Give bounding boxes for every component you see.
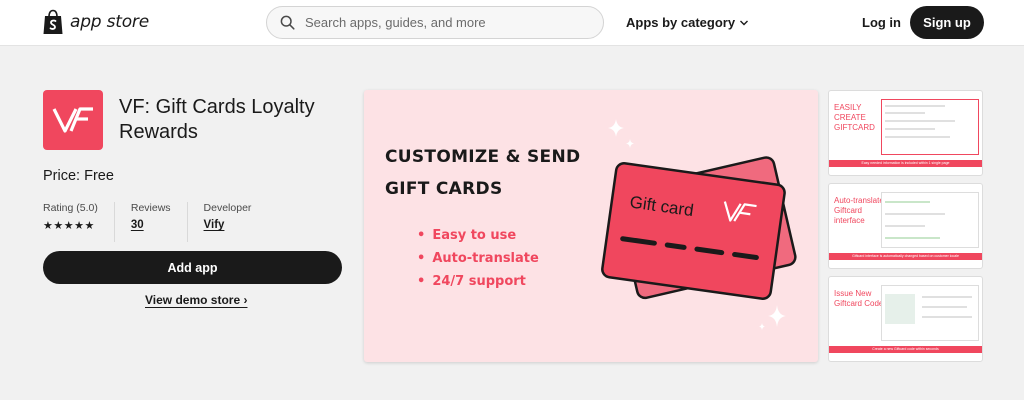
shopify-bag-icon — [43, 9, 63, 34]
screenshot-thumbnail-3[interactable]: Issue New Giftcard Code Create a new Gif… — [828, 276, 983, 362]
feature-item: 24/7 support — [417, 270, 539, 293]
rating-block: Rating (5.0) ★★★★★ — [43, 202, 114, 242]
feature-item: Easy to use — [417, 224, 539, 247]
apps-by-category-dropdown[interactable]: Apps by category — [626, 15, 749, 30]
thumbnail-screenshot — [881, 285, 979, 341]
search-input[interactable] — [305, 15, 585, 30]
app-store-logo[interactable]: app store — [42, 9, 149, 35]
app-title: VF: Gift Cards Loyalty Rewards — [119, 96, 315, 143]
search-bar[interactable] — [266, 6, 604, 39]
hero-banner[interactable]: CUSTOMIZE & SEND GIFT CARDS Easy to use … — [364, 90, 818, 362]
thumbnail-screenshot — [881, 99, 979, 155]
logo-text: app store — [70, 12, 149, 32]
screenshot-thumbnail-2[interactable]: Auto-translate Giftcard interface Giftca… — [828, 183, 983, 269]
category-label: Apps by category — [626, 15, 736, 30]
thumbnail-heading: Auto-translate Giftcard interface — [834, 196, 884, 225]
login-link[interactable]: Log in — [862, 15, 901, 30]
developer-label: Developer — [203, 202, 252, 214]
reviews-count-link[interactable]: 30 — [131, 219, 171, 231]
add-app-button[interactable]: Add app — [43, 251, 342, 284]
search-icon — [280, 15, 295, 30]
reviews-label: Reviews — [130, 202, 171, 214]
rating-label: Rating (5.0) — [43, 202, 98, 214]
hero-headline-line1: CUSTOMIZE & SEND — [385, 147, 581, 167]
signup-button[interactable]: Sign up — [910, 6, 984, 39]
thumbnail-caption: Easy needed information is included with… — [829, 160, 982, 167]
vf-logo-icon — [52, 107, 93, 133]
app-logo-icon — [43, 90, 103, 150]
thumbnail-heading: Issue New Giftcard Code — [834, 289, 884, 308]
screenshot-thumbnail-1[interactable]: EASILY CREATE GIFTCARD Easy needed infor… — [828, 90, 983, 176]
feature-item: Auto-translate — [417, 247, 539, 270]
chevron-down-icon — [740, 20, 749, 25]
hero-headline-line2: GIFT CARDS — [385, 179, 503, 199]
thumbnail-caption: Create a new Giftcard code within second… — [829, 346, 982, 353]
reviews-block: Reviews 30 — [113, 202, 187, 242]
thumbnail-heading: EASILY CREATE GIFTCARD — [834, 103, 875, 132]
rating-stars-icon: ★★★★★ — [43, 220, 95, 232]
developer-link[interactable]: Vify — [204, 219, 252, 231]
gift-card-illustration: Gift card — [601, 119, 797, 330]
view-demo-store-link[interactable]: View demo store › — [145, 293, 247, 307]
thumbnail-caption: Giftcard interface is automatically chan… — [829, 253, 982, 260]
top-header: app store Apps by category Log in Sign u… — [0, 0, 1024, 46]
developer-block: Developer Vify — [186, 202, 268, 242]
feature-list: Easy to use Auto-translate 24/7 support — [417, 224, 539, 293]
app-price: Price: Free — [43, 168, 114, 184]
thumbnail-screenshot — [881, 192, 979, 248]
app-meta: Rating (5.0) ★★★★★ Reviews 30 Developer … — [43, 202, 267, 242]
